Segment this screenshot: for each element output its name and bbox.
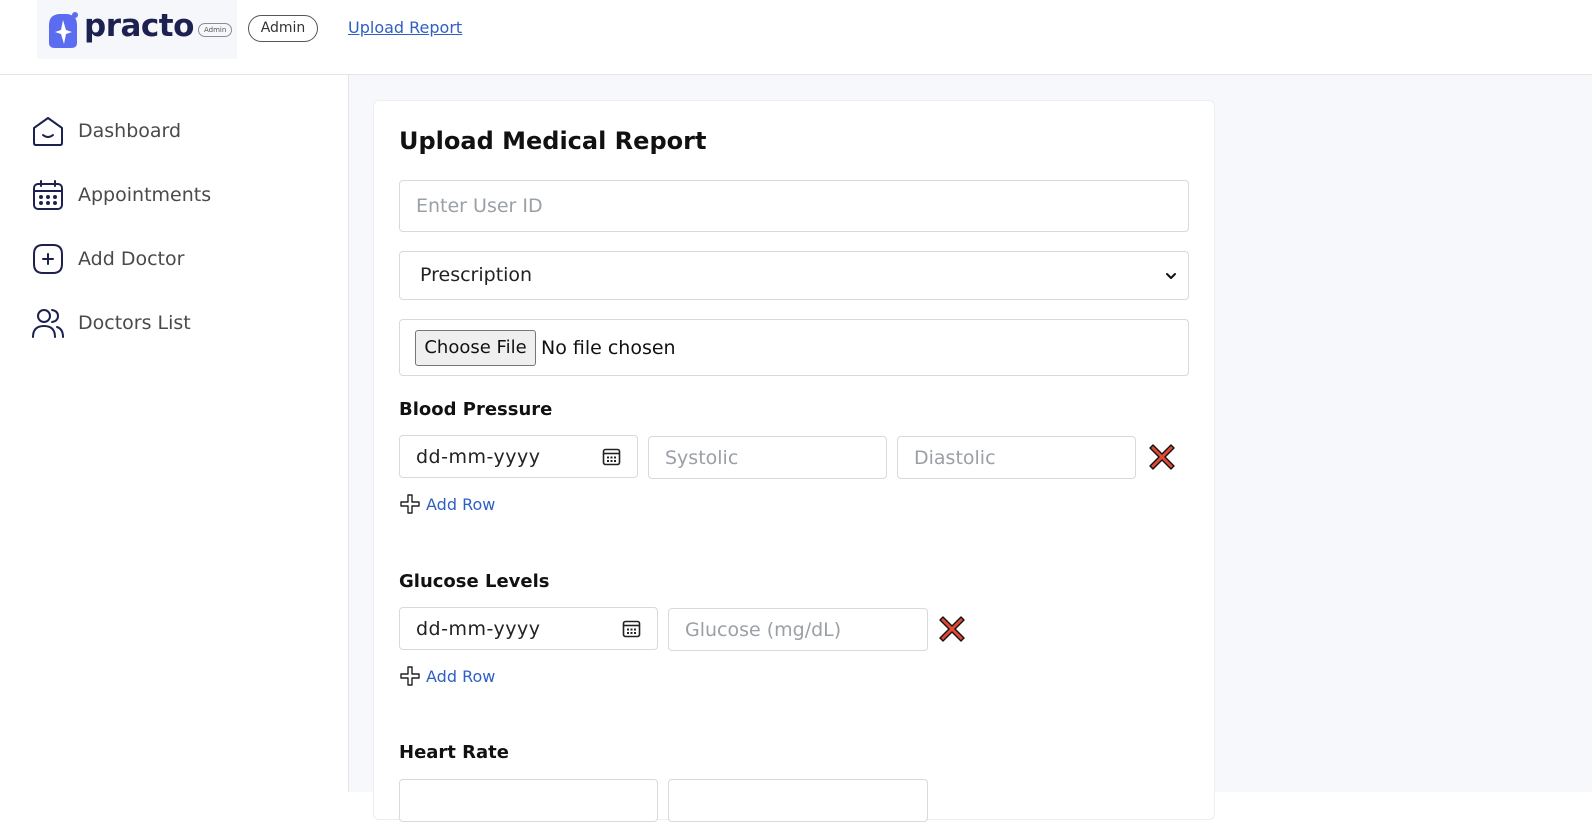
systolic-placeholder: Systolic — [665, 447, 739, 469]
report-type-select[interactable]: Prescription — [399, 251, 1189, 300]
user-id-input[interactable]: Enter User ID — [399, 180, 1189, 232]
add-icon — [33, 244, 63, 274]
add-row-button[interactable]: Add Row — [399, 664, 495, 688]
bp-date-value: dd-mm-yyyy — [416, 446, 541, 468]
sidebar: Dashboard Appointments Add Doctor Doctor… — [0, 75, 349, 792]
home-icon — [33, 117, 63, 146]
calendar-icon — [33, 180, 63, 210]
plus-icon — [400, 666, 420, 686]
sidebar-item-label: Doctors List — [78, 312, 191, 334]
calendar-icon[interactable] — [622, 619, 641, 638]
page-title: Upload Medical Report — [399, 127, 707, 155]
remove-row-icon[interactable] — [939, 616, 965, 642]
glucose-levels-label: Glucose Levels — [399, 571, 550, 592]
add-row-label: Add Row — [426, 494, 496, 514]
upload-report-link[interactable]: Upload Report — [348, 18, 462, 37]
sidebar-item-label: Appointments — [78, 184, 212, 206]
glucose-date-value: dd-mm-yyyy — [416, 618, 541, 640]
add-row-label: Add Row — [426, 666, 496, 686]
systolic-input[interactable]: Systolic — [648, 436, 887, 479]
people-icon — [32, 309, 64, 338]
logo-text: practo — [84, 8, 194, 44]
main-content: Upload Medical Report Enter User ID Pres… — [349, 75, 1592, 822]
top-bar: practo Admin Admin Upload Report — [0, 0, 1592, 75]
file-upload-field: Choose File No file chosen — [399, 319, 1189, 376]
sidebar-item-appointments[interactable]: Appointments — [31, 175, 331, 215]
glucose-input[interactable]: Glucose (mg/dL) — [668, 608, 928, 651]
logo-badge: Admin — [198, 23, 233, 37]
sidebar-item-label: Add Doctor — [78, 248, 185, 270]
blood-pressure-label: Blood Pressure — [399, 399, 553, 420]
glucose-date-input[interactable]: dd-mm-yyyy — [399, 607, 658, 650]
bp-date-input[interactable]: dd-mm-yyyy — [399, 435, 638, 478]
remove-row-icon[interactable] — [1149, 444, 1175, 470]
add-row-button[interactable]: Add Row — [399, 492, 495, 516]
sidebar-item-doctors-list[interactable]: Doctors List — [31, 303, 331, 343]
practo-logo-icon — [49, 12, 78, 48]
sidebar-item-dashboard[interactable]: Dashboard — [31, 111, 331, 151]
logo[interactable]: practo Admin — [37, 0, 237, 59]
diastolic-input[interactable]: Diastolic — [897, 436, 1136, 479]
heart-rate-input[interactable] — [668, 779, 928, 822]
plus-icon — [400, 494, 420, 514]
report-type-value: Prescription — [420, 264, 533, 286]
sidebar-item-add-doctor[interactable]: Add Doctor — [31, 239, 331, 279]
glucose-placeholder: Glucose (mg/dL) — [685, 619, 842, 641]
chevron-down-icon — [1166, 273, 1176, 279]
heart-rate-label: Heart Rate — [399, 742, 509, 763]
sidebar-item-label: Dashboard — [78, 120, 182, 142]
file-status: No file chosen — [541, 337, 676, 359]
upload-form-card: Upload Medical Report Enter User ID Pres… — [373, 100, 1215, 822]
role-badge: Admin — [248, 15, 318, 42]
user-id-placeholder: Enter User ID — [416, 195, 543, 217]
heart-rate-date-input[interactable] — [399, 779, 658, 822]
calendar-icon[interactable] — [602, 447, 621, 466]
diastolic-placeholder: Diastolic — [914, 447, 996, 469]
choose-file-button[interactable]: Choose File — [415, 330, 536, 366]
